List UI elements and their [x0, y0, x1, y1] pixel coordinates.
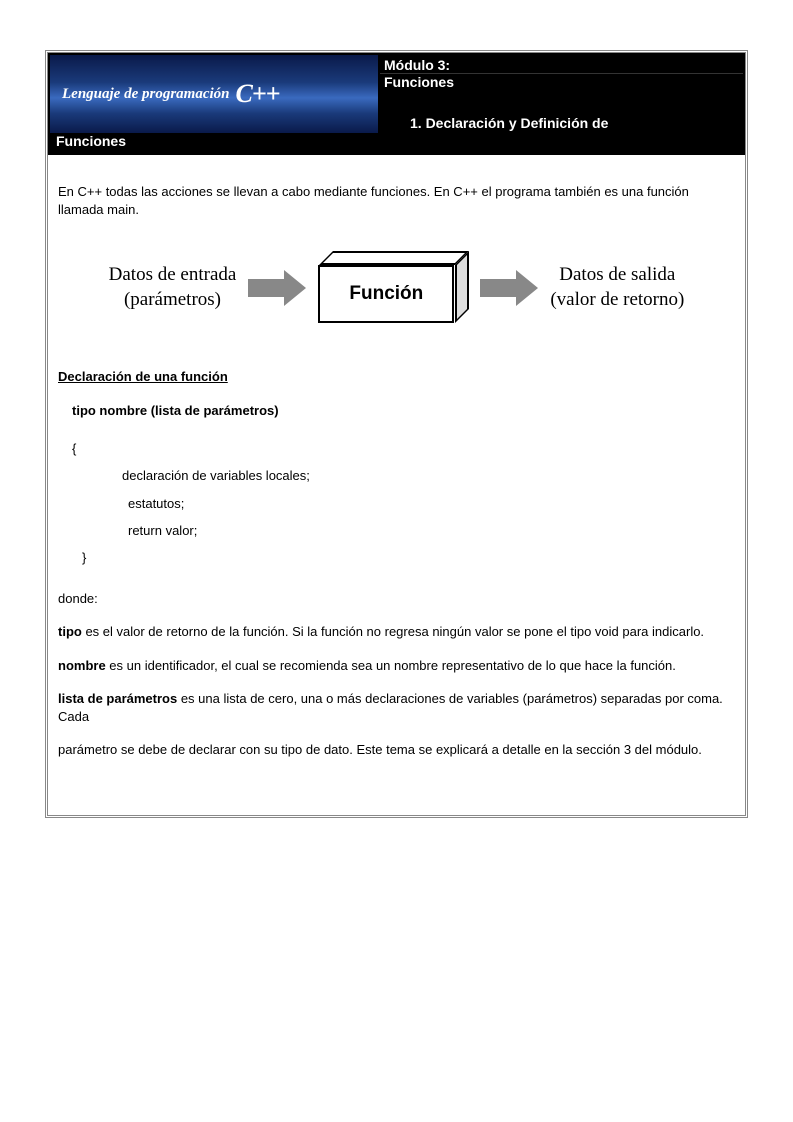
arrow-icon: [480, 270, 538, 306]
diagram-output-label: Datos de salida (valor de retorno): [550, 263, 684, 312]
declaration-heading: Declaración de una función: [58, 368, 735, 386]
code-line: return valor;: [128, 517, 735, 544]
banner-cpp: C++: [236, 79, 280, 109]
section-title: Funciones: [50, 133, 743, 153]
def-tipo: tipo es el valor de retorno de la funció…: [58, 623, 735, 641]
header-block: Lenguaje de programación C++ Módulo 3: F…: [48, 53, 745, 155]
arrow-icon: [248, 270, 306, 306]
banner-text: Lenguaje de programación: [62, 86, 230, 103]
section-number: 1. Declaración y Definición de: [380, 111, 743, 133]
module-title: Funciones: [380, 74, 743, 94]
module-label: Módulo 3:: [380, 55, 743, 74]
def-lista-cont: parámetro se debe de declarar con su tip…: [58, 741, 735, 759]
code-line: estatutos;: [128, 490, 735, 517]
intro-paragraph: En C++ todas las acciones se llevan a ca…: [58, 183, 735, 218]
syntax-signature: tipo nombre (lista de parámetros): [72, 402, 735, 420]
document-frame: Lenguaje de programación C++ Módulo 3: F…: [45, 50, 748, 818]
where-label: donde:: [58, 590, 735, 608]
def-nombre: nombre es un identificador, el cual se r…: [58, 657, 735, 675]
function-box-label: Función: [349, 281, 423, 307]
def-lista: lista de parámetros es una lista de cero…: [58, 690, 735, 725]
code-line: declaración de variables locales;: [122, 462, 735, 489]
code-close-brace: }: [82, 544, 735, 571]
diagram-input-label: Datos de entrada (parámetros): [109, 263, 237, 312]
course-banner: Lenguaje de programación C++: [50, 55, 380, 133]
function-diagram: Datos de entrada (parámetros) Función Da…: [58, 252, 735, 324]
content-area: En C++ todas las acciones se llevan a ca…: [48, 155, 745, 815]
code-open-brace: {: [72, 435, 735, 462]
function-box: Función: [318, 252, 468, 324]
code-block: { declaración de variables locales; esta…: [72, 435, 735, 571]
